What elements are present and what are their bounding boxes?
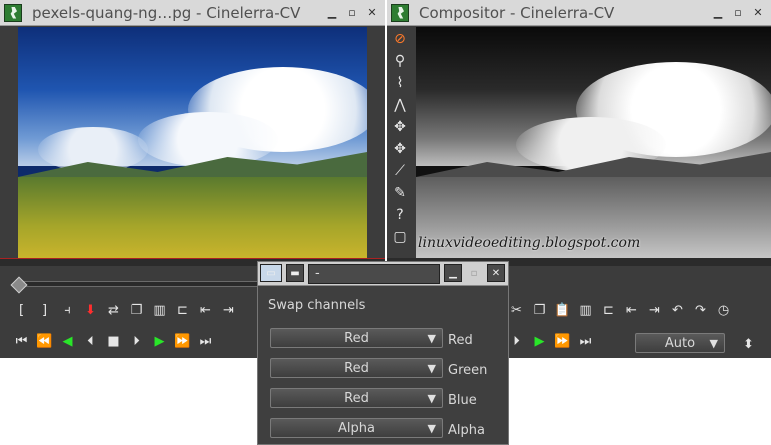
channel-source-value: Red bbox=[344, 330, 369, 346]
close-icon[interactable]: ✕ bbox=[751, 6, 765, 20]
channel-source-select[interactable]: Red ▼ bbox=[270, 388, 443, 408]
channel-source-value: Red bbox=[344, 360, 369, 376]
zoom-icon[interactable]: ⚲ bbox=[389, 50, 411, 72]
zoom-stepper-icon[interactable]: ⬍ bbox=[737, 334, 760, 354]
overwrite-icon[interactable]: ⬇ bbox=[79, 300, 102, 320]
viewer-slider-knob[interactable] bbox=[10, 276, 28, 294]
loop-icon[interactable]: ⇄ bbox=[102, 300, 125, 320]
channel-source-value: Red bbox=[344, 390, 369, 406]
mask-icon[interactable]: ⌇ bbox=[389, 72, 411, 94]
fast-forward-icon[interactable]: ⏩ bbox=[171, 331, 194, 351]
chevron-down-icon: ▼ bbox=[427, 362, 436, 375]
fast-rewind-icon[interactable]: ⏪ bbox=[33, 331, 56, 351]
cinelerra-icon bbox=[4, 3, 22, 22]
copy-icon[interactable]: ❐ bbox=[125, 300, 148, 320]
crop-icon[interactable]: ⟋ bbox=[389, 160, 411, 182]
shade-icon[interactable]: ▬ bbox=[286, 264, 304, 282]
swap-channels-dialog: ▭ ▬ - ▁ ▫ ✕ Swap channels Red ▼ Red Red … bbox=[257, 261, 509, 445]
undo-icon[interactable]: ↶ bbox=[666, 300, 689, 320]
viewer-title: pexels-quang-ng…pg - Cinelerra-CV bbox=[32, 3, 301, 22]
rewind-icon[interactable]: ◀ bbox=[56, 331, 79, 351]
compositor-titlebar[interactable]: Compositor - Cinelerra-CV ▁ ▫ ✕ bbox=[387, 0, 771, 26]
skip-end-icon[interactable]: ⏭ bbox=[574, 331, 597, 351]
swap-dialog-title-field[interactable]: - bbox=[308, 264, 440, 284]
help-icon[interactable]: ? bbox=[389, 204, 411, 226]
in-point-icon[interactable]: [ bbox=[10, 300, 33, 320]
close-icon[interactable]: ✕ bbox=[487, 264, 505, 282]
compositor-title: Compositor - Cinelerra-CV bbox=[419, 3, 615, 22]
channel-source-value: Alpha bbox=[338, 420, 375, 436]
chevron-down-icon: ▼ bbox=[427, 392, 436, 405]
label-icon[interactable]: ⊏ bbox=[597, 300, 620, 320]
protect-icon[interactable]: ⊘ bbox=[389, 28, 411, 50]
cinelerra-icon bbox=[391, 3, 409, 22]
next-label-icon[interactable]: ⇥ bbox=[643, 300, 666, 320]
redo-icon[interactable]: ↷ bbox=[689, 300, 712, 320]
compositor-transport: ⏵ ▶ ⏩ ⏭ bbox=[505, 331, 597, 351]
next-label-icon[interactable]: ⇥ bbox=[217, 300, 240, 320]
frame-forward-icon[interactable]: ⏵ bbox=[125, 331, 148, 351]
maximize-icon[interactable]: ▫ bbox=[731, 6, 745, 20]
swap-channels-heading: Swap channels bbox=[268, 298, 366, 313]
out-point-icon[interactable]: ] bbox=[33, 300, 56, 320]
zoom-select[interactable]: Auto ▼ bbox=[635, 333, 725, 353]
compositor-side-tools: ⊘ ⚲ ⌇ ⋀ ✥ ✥ ⟋ ✎ ? ▢ bbox=[388, 28, 412, 248]
channel-source-select[interactable]: Red ▼ bbox=[270, 358, 443, 378]
copy-icon[interactable]: ❐ bbox=[528, 300, 551, 320]
channel-source-select[interactable]: Red ▼ bbox=[270, 328, 443, 348]
skip-start-icon[interactable]: ⏮ bbox=[10, 331, 33, 351]
paste-icon[interactable]: 📋 bbox=[551, 300, 574, 320]
maximize-icon[interactable]: ▫ bbox=[465, 264, 483, 282]
maximize-icon[interactable]: ▫ bbox=[345, 6, 359, 20]
eyedropper-icon[interactable]: ✎ bbox=[389, 182, 411, 204]
compositor-edit-toolbar: ✂ ❐ 📋 ▥ ⊏ ⇤ ⇥ ↶ ↷ ◷ bbox=[505, 300, 735, 320]
chevron-down-icon: ▼ bbox=[709, 337, 718, 350]
viewer-video-frame[interactable] bbox=[18, 27, 367, 258]
channel-target-label: Green bbox=[448, 363, 488, 378]
channel-target-label: Alpha bbox=[448, 423, 485, 438]
play-icon[interactable]: ▶ bbox=[528, 331, 551, 351]
swap-dialog-titlebar[interactable]: ▭ ▬ - ▁ ▫ ✕ bbox=[258, 262, 508, 286]
camera-icon[interactable]: ✥ bbox=[389, 116, 411, 138]
fast-forward-icon[interactable]: ⏩ bbox=[551, 331, 574, 351]
prev-label-icon[interactable]: ⇤ bbox=[194, 300, 217, 320]
projector-icon[interactable]: ✥ bbox=[389, 138, 411, 160]
channel-target-label: Blue bbox=[448, 393, 477, 408]
compositor-video-frame[interactable]: linuxvideoediting.blogspot.com bbox=[416, 27, 771, 258]
play-icon[interactable]: ▶ bbox=[148, 331, 171, 351]
chevron-down-icon: ▼ bbox=[427, 422, 436, 435]
viewer-titlebar[interactable]: pexels-quang-ng…pg - Cinelerra-CV ▁ ▫ ✕ bbox=[0, 0, 385, 26]
channel-source-select[interactable]: Alpha ▼ bbox=[270, 418, 443, 438]
watermark-text: linuxvideoediting.blogspot.com bbox=[418, 235, 641, 251]
clip-icon[interactable]: ▥ bbox=[574, 300, 597, 320]
channel-target-label: Red bbox=[448, 333, 473, 348]
frame-back-icon[interactable]: ⏴ bbox=[79, 331, 102, 351]
clip-icon[interactable]: ▥ bbox=[148, 300, 171, 320]
prev-label-icon[interactable]: ⇤ bbox=[620, 300, 643, 320]
zoom-select-value: Auto bbox=[664, 335, 696, 351]
safe-region-icon[interactable]: ▢ bbox=[389, 226, 411, 248]
viewer-edit-toolbar: [ ] ⫞ ⬇ ⇄ ❐ ▥ ⊏ ⇤ ⇥ bbox=[10, 300, 240, 320]
close-icon[interactable]: ✕ bbox=[365, 6, 379, 20]
stop-icon[interactable]: ■ bbox=[102, 331, 125, 351]
clock-icon[interactable]: ◷ bbox=[712, 300, 735, 320]
window-menu-icon[interactable]: ▭ bbox=[260, 264, 282, 282]
splice-icon[interactable]: ⫞ bbox=[56, 300, 79, 320]
minimize-icon[interactable]: ▁ bbox=[711, 6, 725, 20]
minimize-icon[interactable]: ▁ bbox=[325, 6, 339, 20]
skip-end-icon[interactable]: ⏭ bbox=[194, 331, 217, 351]
minimize-icon[interactable]: ▁ bbox=[444, 264, 462, 282]
label-icon[interactable]: ⊏ bbox=[171, 300, 194, 320]
viewer-transport: ⏮ ⏪ ◀ ⏴ ■ ⏵ ▶ ⏩ ⏭ bbox=[10, 331, 217, 351]
ruler-icon[interactable]: ⋀ bbox=[389, 94, 411, 116]
chevron-down-icon: ▼ bbox=[427, 332, 436, 345]
